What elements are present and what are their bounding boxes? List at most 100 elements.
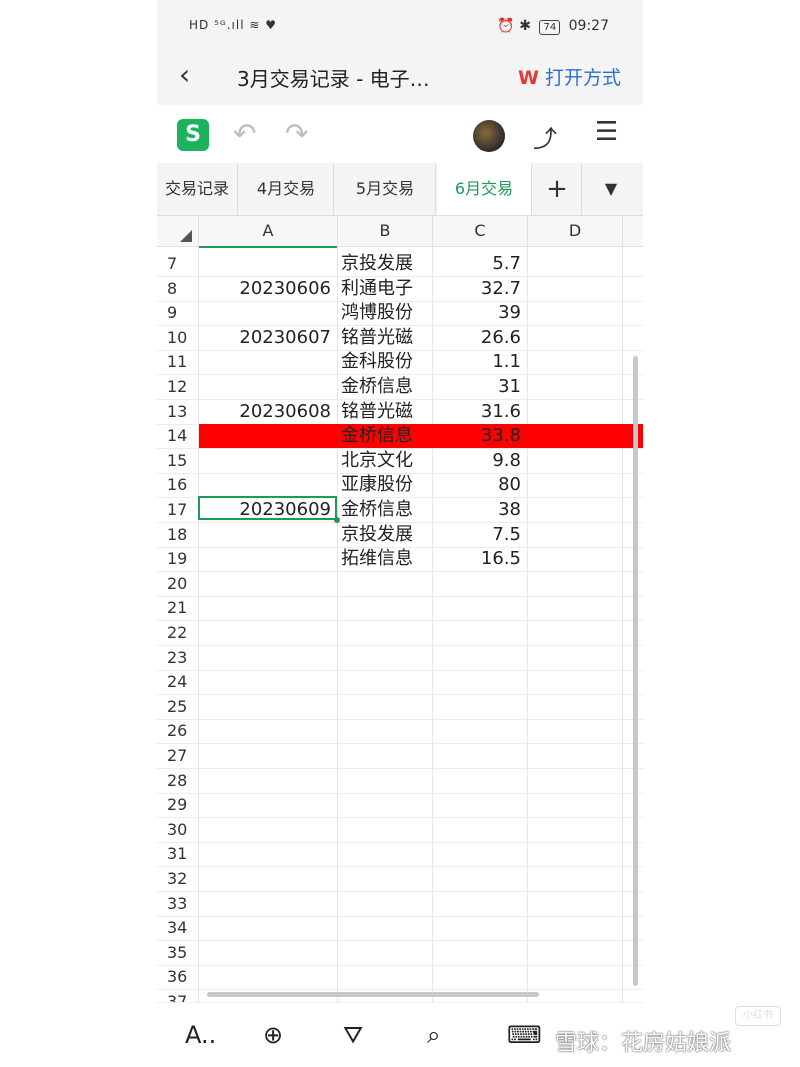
- table-row[interactable]: 31: [157, 842, 643, 868]
- cell-a[interactable]: 20230608: [199, 400, 335, 424]
- row-number[interactable]: 30: [157, 818, 198, 842]
- cell-a[interactable]: 20230606: [199, 277, 335, 301]
- row-number[interactable]: 33: [157, 892, 198, 916]
- tab-june[interactable]: 6月交易: [437, 163, 532, 215]
- cell-b[interactable]: 金桥信息: [339, 424, 433, 448]
- undo-icon[interactable]: ↶: [233, 119, 256, 149]
- row-number[interactable]: 29: [157, 793, 198, 817]
- vertical-scrollbar[interactable]: [633, 356, 638, 986]
- table-row[interactable]: 34: [157, 916, 643, 942]
- row-number[interactable]: 14: [157, 424, 198, 448]
- row-number[interactable]: 13: [157, 400, 198, 424]
- open-with-button[interactable]: W 打开方式: [518, 63, 621, 90]
- row-number[interactable]: 23: [157, 646, 198, 670]
- row-number[interactable]: 26: [157, 719, 198, 743]
- tab-may[interactable]: 5月交易: [335, 163, 436, 215]
- cell-b[interactable]: 鸿博股份: [339, 301, 433, 325]
- cell-b[interactable]: 京投发展: [339, 252, 433, 276]
- cell-c[interactable]: 31: [433, 375, 525, 399]
- cell-c[interactable]: 9.8: [433, 449, 525, 473]
- add-sheet-icon[interactable]: +: [533, 163, 582, 215]
- tab-april[interactable]: 4月交易: [239, 163, 334, 215]
- menu-icon[interactable]: ☰: [595, 117, 618, 147]
- cell-c[interactable]: 32.7: [433, 277, 525, 301]
- row-number[interactable]: 32: [157, 867, 198, 891]
- cell-b[interactable]: 铭普光磁: [339, 400, 433, 424]
- cell-b[interactable]: 亚康股份: [339, 473, 433, 497]
- cell-c[interactable]: 1.1: [433, 350, 525, 374]
- cell-c[interactable]: 33.8: [433, 424, 525, 448]
- cell-c[interactable]: 5.7: [433, 252, 525, 276]
- table-row[interactable]: 20: [157, 572, 643, 597]
- row-number[interactable]: 25: [157, 695, 198, 719]
- table-row[interactable]: 33: [157, 892, 643, 917]
- column-header-b[interactable]: B: [338, 216, 433, 247]
- cell-c[interactable]: 39: [433, 301, 525, 325]
- table-row[interactable]: 28: [157, 769, 643, 794]
- table-row[interactable]: 19 拓维信息 16.5: [157, 547, 643, 573]
- select-all-corner[interactable]: [157, 216, 199, 247]
- row-number[interactable]: 24: [157, 670, 198, 694]
- find-icon[interactable]: ⌕: [427, 1021, 440, 1049]
- cell-b[interactable]: 北京文化: [339, 449, 433, 473]
- redo-icon[interactable]: ↷: [285, 119, 308, 149]
- table-row[interactable]: 35: [157, 941, 643, 966]
- table-row[interactable]: 32: [157, 867, 643, 892]
- cell-c[interactable]: 26.6: [433, 326, 525, 350]
- row-number[interactable]: 35: [157, 941, 198, 965]
- row-number[interactable]: 31: [157, 842, 198, 866]
- cell-b[interactable]: 金科股份: [339, 350, 433, 374]
- row-number[interactable]: 28: [157, 769, 198, 793]
- table-row[interactable]: 18 京投发展 7.5: [157, 523, 643, 548]
- table-row[interactable]: 24: [157, 670, 643, 696]
- table-row[interactable]: 12 金桥信息 31: [157, 375, 643, 400]
- sheet-app-icon[interactable]: S: [177, 119, 209, 151]
- table-row[interactable]: 27: [157, 744, 643, 769]
- cell-c[interactable]: 31.6: [433, 400, 525, 424]
- chevron-down-icon[interactable]: ▼: [583, 163, 639, 215]
- cell-c[interactable]: 38: [433, 498, 525, 522]
- table-row[interactable]: 15 北京文化 9.8: [157, 449, 643, 474]
- table-row[interactable]: 29: [157, 793, 643, 819]
- fill-handle[interactable]: [334, 517, 340, 523]
- filter-icon[interactable]: ⛛: [343, 1021, 363, 1049]
- row-number[interactable]: 9: [157, 301, 198, 325]
- insert-icon[interactable]: ⊕: [263, 1021, 283, 1049]
- cell-b[interactable]: 利通电子: [339, 277, 433, 301]
- table-row[interactable]: 9 鸿博股份 39: [157, 301, 643, 327]
- row-number[interactable]: 34: [157, 916, 198, 940]
- cell-b[interactable]: 铭普光磁: [339, 326, 433, 350]
- cell-b[interactable]: 拓维信息: [339, 547, 433, 571]
- row-number[interactable]: 37: [157, 990, 198, 1002]
- cell-b[interactable]: 金桥信息: [339, 498, 433, 522]
- row-number[interactable]: 8: [157, 277, 198, 301]
- cell-c[interactable]: 80: [433, 473, 525, 497]
- table-row[interactable]: 13 20230608 铭普光磁 31.6: [157, 400, 643, 425]
- row-number[interactable]: 20: [157, 572, 198, 596]
- table-row[interactable]: 25: [157, 695, 643, 720]
- table-row[interactable]: 22: [157, 621, 643, 646]
- avatar[interactable]: [473, 120, 505, 152]
- cell-c[interactable]: 7.5: [433, 523, 525, 547]
- row-number[interactable]: 36: [157, 965, 198, 989]
- selected-cell-a17[interactable]: [198, 496, 337, 520]
- cell-b[interactable]: 金桥信息: [339, 375, 433, 399]
- table-row[interactable]: 23: [157, 646, 643, 671]
- back-icon[interactable]: ‹: [179, 60, 203, 92]
- text-format-icon[interactable]: A..: [185, 1021, 216, 1049]
- row-number[interactable]: 7: [157, 252, 198, 276]
- row-number[interactable]: 19: [157, 547, 198, 571]
- table-row[interactable]: 11 金科股份 1.1: [157, 350, 643, 376]
- cell-c[interactable]: 16.5: [433, 547, 525, 571]
- row-number[interactable]: 11: [157, 350, 198, 374]
- column-header-a[interactable]: A: [199, 216, 338, 248]
- horizontal-scrollbar[interactable]: [207, 992, 539, 997]
- row-number[interactable]: 27: [157, 744, 198, 768]
- row-number[interactable]: 10: [157, 326, 198, 350]
- row-number[interactable]: 17: [157, 498, 198, 522]
- table-row[interactable]: 8 20230606 利通电子 32.7: [157, 277, 643, 302]
- table-row[interactable]: 7 京投发展 5.7: [157, 252, 643, 277]
- column-header-d[interactable]: D: [528, 216, 623, 247]
- row-number[interactable]: 16: [157, 473, 198, 497]
- table-row[interactable]: 30: [157, 818, 643, 843]
